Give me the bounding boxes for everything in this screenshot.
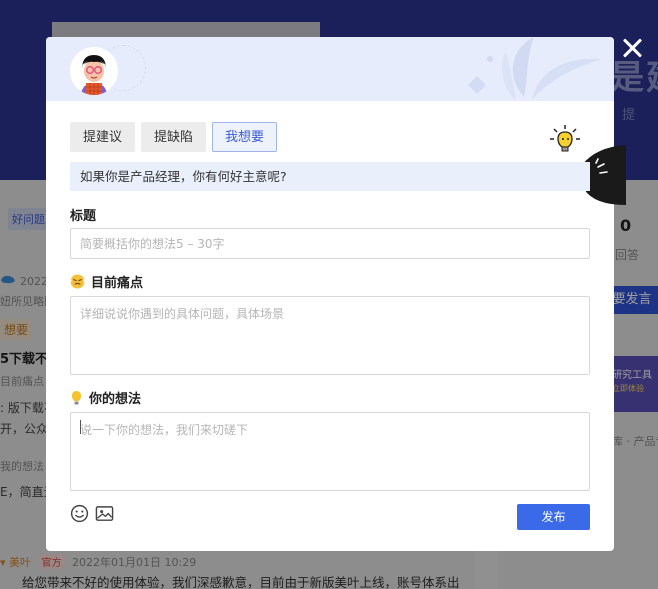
title-label-text: 标题 <box>70 209 97 224</box>
lightbulb-icon <box>72 390 81 404</box>
close-icon[interactable] <box>620 36 644 60</box>
pain-label-text: 目前痛点 <box>91 276 144 291</box>
prompt-text: 如果你是产品经理，你有何好主意呢? <box>70 162 590 191</box>
pain-textarea[interactable] <box>70 296 590 375</box>
pain-label: 目前痛点 <box>70 272 143 291</box>
cartoon-avatar-icon <box>70 47 118 95</box>
idea-label-text: 你的想法 <box>89 392 142 407</box>
publish-button[interactable]: 发布 <box>517 504 590 530</box>
idea-label: 你的想法 <box>70 388 141 407</box>
image-icon[interactable] <box>95 504 114 523</box>
frustrated-face-icon <box>70 274 85 289</box>
title-input[interactable] <box>70 228 590 259</box>
text-caret <box>80 420 81 434</box>
tab-suggestion[interactable]: 提建议 <box>70 122 136 152</box>
modal-header-banner <box>46 37 614 101</box>
leaf-decoration-icon <box>468 37 602 101</box>
idea-textarea[interactable] <box>70 412 590 491</box>
title-label: 标题 <box>70 205 96 224</box>
feedback-modal: 提建议 提缺陷 我想要 如果你是产品经理，你有何好主意呢? 标题 目前痛点 你的… <box>46 37 626 551</box>
avatar <box>70 47 118 95</box>
emoji-icon[interactable] <box>70 504 89 523</box>
feedback-type-tabs: 提建议 提缺陷 我想要 <box>70 122 278 152</box>
tab-want[interactable]: 我想要 <box>212 122 278 152</box>
tab-bug[interactable]: 提缺陷 <box>141 122 207 152</box>
